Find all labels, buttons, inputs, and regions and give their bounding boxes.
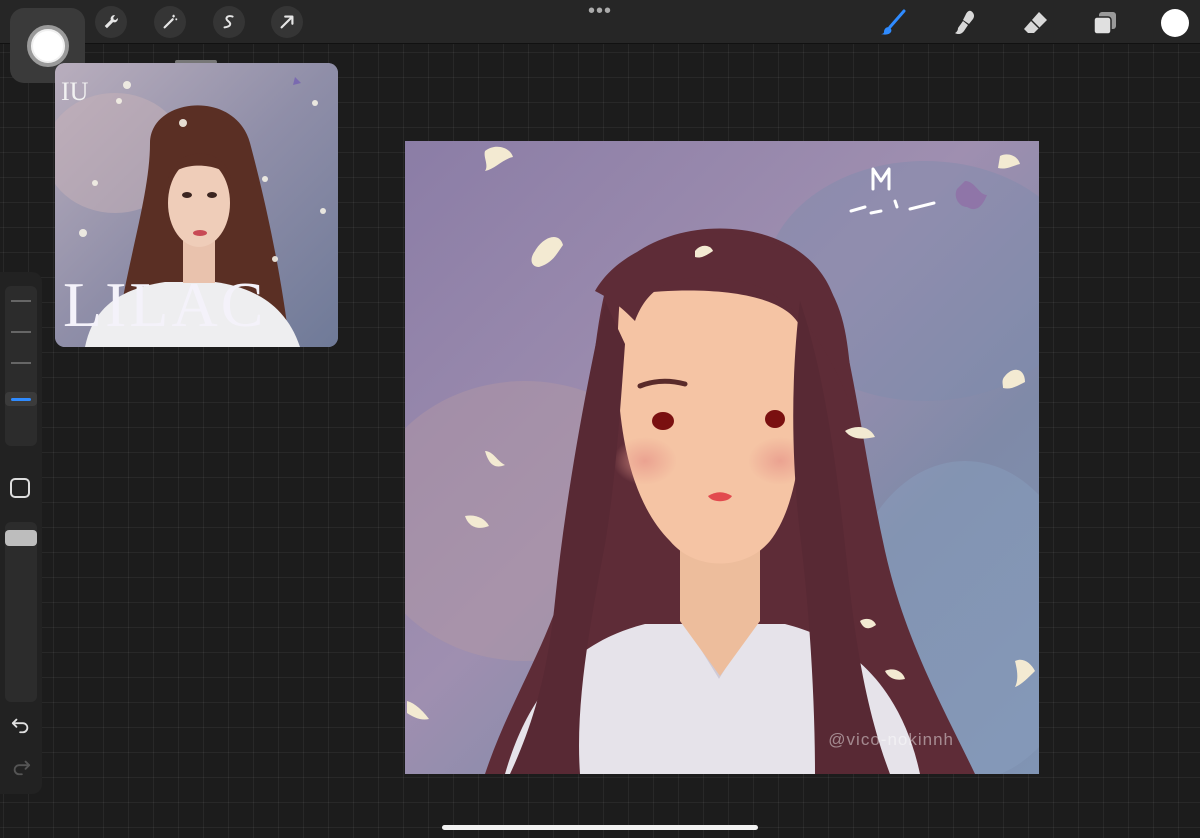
procreate-workspace: ••• IU LILAC @vico-nokinnh [0,0,1200,838]
magic-wand-icon[interactable] [154,6,186,38]
drawing-canvas[interactable]: @vico-nokinnh [405,141,1039,774]
slider-tick [11,300,31,302]
transform-arrow-icon[interactable] [271,6,303,38]
reference-album-title: LILAC [63,269,267,340]
reference-dot-icon [26,24,69,67]
brush-icon[interactable] [878,8,908,38]
redo-button[interactable] [8,756,34,778]
reference-artist-label: IU [61,77,89,106]
artist-watermark: @vico-nokinnh [828,730,954,749]
top-toolbar: ••• [0,0,1200,44]
opacity-slider[interactable] [5,522,37,702]
eraser-icon[interactable] [1020,8,1050,38]
color-picker-button[interactable] [1161,9,1189,37]
brush-size-handle[interactable] [5,392,37,406]
home-indicator[interactable] [442,825,758,830]
opacity-handle[interactable] [5,530,37,546]
selection-icon[interactable] [213,6,245,38]
left-sidebar [0,272,42,794]
slider-tick [11,331,31,333]
undo-button[interactable] [8,714,34,736]
wrench-icon[interactable] [95,6,127,38]
artwork-illustration [405,141,1039,774]
reference-image-window[interactable]: IU LILAC [55,63,338,347]
smudge-icon[interactable] [949,8,979,38]
brush-size-slider[interactable] [5,286,37,446]
modify-button[interactable] [10,478,30,498]
more-options-icon[interactable]: ••• [588,1,612,21]
slider-tick [11,362,31,364]
layers-icon[interactable] [1090,8,1120,38]
